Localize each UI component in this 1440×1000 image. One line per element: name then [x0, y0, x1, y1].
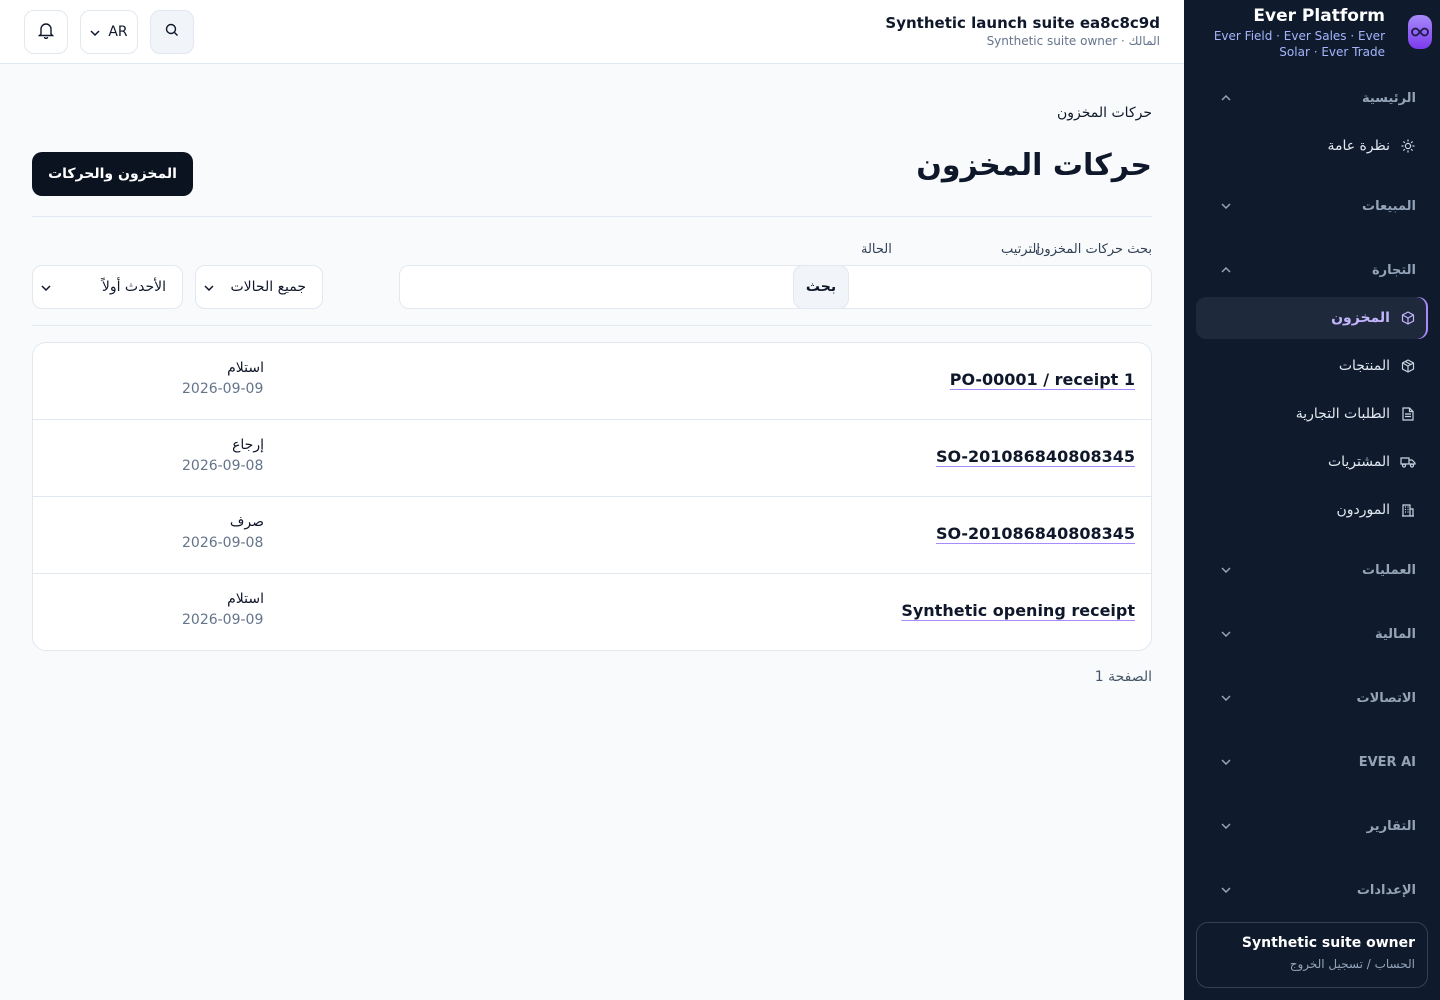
- movement-type: استلام: [227, 360, 264, 376]
- truck-icon: [1400, 454, 1416, 470]
- chevron-down-icon: [1220, 200, 1232, 212]
- section-label: الرئيسية: [1361, 90, 1416, 106]
- chevron-down-icon: [1220, 884, 1232, 896]
- movement-date: 2026-09-09: [182, 612, 264, 628]
- section-label: الإعدادات: [1356, 882, 1416, 898]
- status-value: جميع الحالات: [230, 279, 307, 295]
- notifications-button[interactable]: [24, 10, 68, 54]
- sort-select[interactable]: الأحدث أولاً: [32, 265, 183, 309]
- section-label: EVER AI: [1358, 754, 1416, 770]
- chevron-down-icon: [204, 279, 214, 295]
- account-logout-link[interactable]: الحساب / تسجيل الخروج: [1209, 957, 1415, 971]
- language-value: AR: [108, 24, 128, 40]
- movement-type: إرجاع: [232, 437, 264, 453]
- search-button[interactable]: [150, 10, 194, 54]
- divider: [32, 325, 1152, 326]
- package-icon: [1400, 358, 1416, 374]
- infinity-logo-icon: [1408, 15, 1432, 49]
- movement-date: 2026-09-08: [182, 535, 264, 551]
- search-icon: [164, 22, 180, 42]
- sidebar-item-label: نظرة عامة: [1327, 138, 1390, 154]
- sidebar-item-label: المخزون: [1331, 310, 1390, 326]
- sidebar-item-label: المشتريات: [1327, 454, 1390, 470]
- inventory-movements-button[interactable]: المخزون والحركات: [32, 152, 193, 196]
- nav-section-operations[interactable]: العمليات: [1184, 554, 1440, 586]
- nav-section-home[interactable]: الرئيسية: [1184, 82, 1440, 114]
- list-item[interactable]: SO-201086840808345 صرف 2026-09-08: [33, 497, 1151, 574]
- nav-section-ever-ai[interactable]: EVER AI: [1184, 746, 1440, 778]
- nav-section-trade[interactable]: التجارة: [1184, 254, 1440, 286]
- nav-section-finance[interactable]: المالية: [1184, 618, 1440, 650]
- sidebar-item-label: الطلبات التجارية: [1295, 406, 1390, 422]
- movement-reference-link[interactable]: SO-201086840808345: [936, 447, 1135, 466]
- chevron-down-icon: [1220, 564, 1232, 576]
- search-label: بحث حركات المخزون: [1034, 242, 1152, 257]
- sidebar-item-inventory[interactable]: المخزون: [1196, 297, 1428, 339]
- section-label: العمليات: [1362, 562, 1416, 578]
- sidebar: Ever Platform Ever Field · Ever Sales · …: [1184, 0, 1440, 1000]
- nav-section-settings[interactable]: الإعدادات: [1184, 874, 1440, 906]
- section-label: الاتصالات: [1356, 690, 1416, 706]
- section-label: المبيعات: [1362, 198, 1416, 214]
- breadcrumb[interactable]: حركات المخزون: [1057, 105, 1152, 121]
- nav-section-sales[interactable]: المبيعات: [1184, 190, 1440, 222]
- brand-title: Ever Platform: [1253, 6, 1385, 26]
- building-icon: [1400, 502, 1416, 518]
- user-name: Synthetic suite owner: [1241, 935, 1415, 951]
- movement-reference-link[interactable]: PO-00001 / receipt 1: [950, 370, 1135, 389]
- sidebar-item-suppliers[interactable]: الموردون: [1196, 489, 1428, 531]
- sun-icon: [1400, 138, 1416, 154]
- topbar: Synthetic launch suite ea8c8c9d المالك ·…: [0, 0, 1184, 64]
- movement-reference-link[interactable]: Synthetic opening receipt: [901, 601, 1135, 620]
- brand: Ever Platform Ever Field · Ever Sales · …: [1184, 6, 1440, 62]
- chevron-up-icon: [1220, 264, 1232, 276]
- movement-reference-link[interactable]: SO-201086840808345: [936, 524, 1135, 543]
- chevron-down-icon: [1220, 820, 1232, 832]
- movements-list: PO-00001 / receipt 1 استلام 2026-09-09 S…: [32, 342, 1152, 651]
- list-item[interactable]: PO-00001 / receipt 1 استلام 2026-09-09: [33, 343, 1151, 420]
- pagination-label: الصفحة 1: [1094, 669, 1152, 685]
- list-item[interactable]: Synthetic opening receipt استلام 2026-09…: [33, 574, 1151, 650]
- sidebar-item-purchases[interactable]: المشتريات: [1196, 441, 1428, 483]
- sort-value: الأحدث أولاً: [101, 279, 166, 295]
- chevron-down-icon: [90, 24, 100, 40]
- list-item[interactable]: SO-201086840808345 إرجاع 2026-09-08: [33, 420, 1151, 497]
- sidebar-item-overview[interactable]: نظرة عامة: [1196, 125, 1428, 167]
- section-label: المالية: [1374, 626, 1416, 642]
- status-label: الحالة: [861, 242, 892, 257]
- sidebar-item-label: المنتجات: [1338, 358, 1390, 374]
- chevron-down-icon: [1220, 692, 1232, 704]
- section-label: التجارة: [1371, 262, 1416, 278]
- section-label: التقارير: [1366, 818, 1416, 834]
- suite-title: Synthetic launch suite ea8c8c9d: [885, 14, 1160, 32]
- nav-section-reports[interactable]: التقارير: [1184, 810, 1440, 842]
- chevron-down-icon: [41, 279, 51, 295]
- page-title: حركات المخزون: [916, 148, 1152, 183]
- brand-subtitle: Ever Field · Ever Sales · Ever Solar · E…: [1213, 29, 1385, 59]
- divider: [32, 216, 1152, 217]
- chevron-down-icon: [1220, 628, 1232, 640]
- language-select[interactable]: AR: [80, 10, 138, 54]
- bell-icon: [37, 21, 55, 43]
- chevron-down-icon: [1220, 756, 1232, 768]
- nav-section-communications[interactable]: الاتصالات: [1184, 682, 1440, 714]
- movement-date: 2026-09-09: [182, 381, 264, 397]
- status-select[interactable]: جميع الحالات: [195, 265, 323, 309]
- user-account-card[interactable]: Synthetic suite owner الحساب / تسجيل الخ…: [1196, 922, 1428, 988]
- suite-subtitle: المالك · Synthetic suite owner: [986, 34, 1160, 48]
- movement-type: استلام: [227, 591, 264, 607]
- sidebar-item-trade-orders[interactable]: الطلبات التجارية: [1196, 393, 1428, 435]
- search-submit-button[interactable]: بحث: [793, 265, 849, 309]
- chevron-up-icon: [1220, 92, 1232, 104]
- box-icon: [1400, 310, 1416, 326]
- sidebar-item-products[interactable]: المنتجات: [1196, 345, 1428, 387]
- main-content: حركات المخزون حركات المخزون المخزون والح…: [0, 64, 1184, 1000]
- movement-type: صرف: [229, 514, 264, 530]
- sidebar-item-label: الموردون: [1336, 502, 1390, 518]
- search-input[interactable]: [399, 265, 1152, 309]
- document-icon: [1400, 406, 1416, 422]
- movement-date: 2026-09-08: [182, 458, 264, 474]
- sort-label: الترتيب: [1001, 242, 1040, 257]
